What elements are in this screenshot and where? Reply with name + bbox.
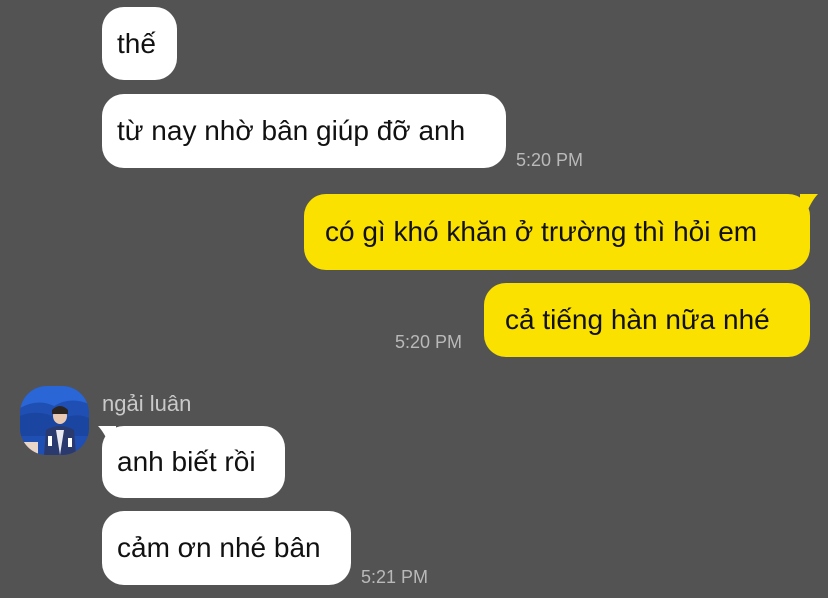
- message-text: thế: [117, 27, 156, 59]
- message-text: có gì khó khăn ở trường thì hỏi em: [325, 216, 758, 247]
- avatar-image: [20, 386, 89, 455]
- message-bubble-outgoing[interactable]: có gì khó khăn ở trường thì hỏi em: [304, 194, 810, 270]
- message-timestamp: 5:20 PM: [395, 332, 463, 352]
- sender-avatar[interactable]: [20, 386, 89, 455]
- message-text: cảm ơn nhé bân: [117, 532, 321, 563]
- message-timestamp: 5:21 PM: [361, 567, 429, 587]
- message-bubble-incoming[interactable]: anh biết rồi: [102, 426, 285, 498]
- message-bubble-outgoing[interactable]: cả tiếng hàn nữa nhé: [484, 283, 810, 357]
- message-text: cả tiếng hàn nữa nhé: [505, 304, 770, 335]
- message-timestamp: 5:20 PM: [516, 150, 584, 170]
- message-bubble-incoming[interactable]: cảm ơn nhé bân: [102, 511, 351, 585]
- sender-name: ngải luân: [102, 391, 192, 416]
- message-text: từ nay nhờ bân giúp đỡ anh: [117, 115, 466, 146]
- message-bubble-incoming[interactable]: từ nay nhờ bân giúp đỡ anh: [102, 94, 506, 168]
- message-text: anh biết rồi: [117, 446, 256, 477]
- message-bubble-incoming[interactable]: thế: [102, 7, 177, 80]
